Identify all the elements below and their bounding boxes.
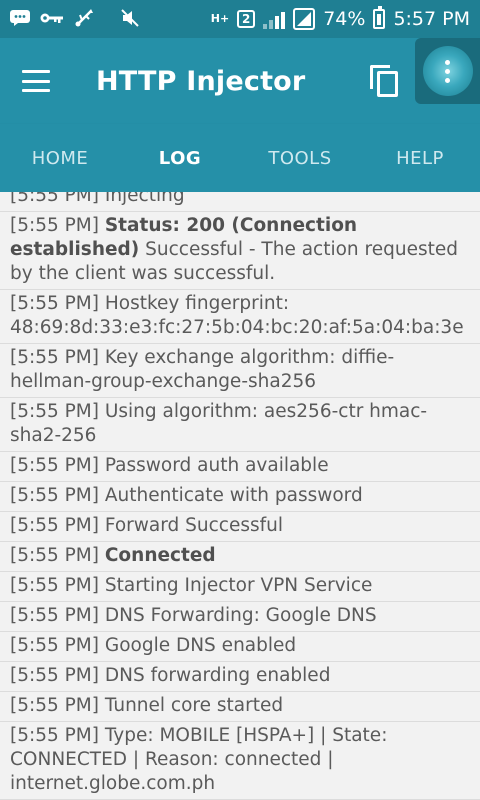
tab-bar: HOME LOG TOOLS HELP bbox=[0, 124, 480, 192]
log-timestamp: [5:55 PM] bbox=[10, 695, 105, 716]
log-entry: [5:55 PM] Status: 200 (Connection establ… bbox=[0, 212, 480, 290]
log-message: Forward Successful bbox=[104, 515, 283, 536]
overflow-menu-button[interactable] bbox=[415, 38, 480, 104]
status-bar: H+ 2 74% 5:57 PM bbox=[0, 0, 480, 38]
log-timestamp: [5:55 PM] bbox=[10, 293, 105, 314]
app-bar: HTTP Injector bbox=[0, 38, 480, 124]
log-timestamp: [5:55 PM] bbox=[10, 575, 105, 596]
log-timestamp: [5:55 PM] bbox=[10, 455, 105, 476]
log-status-text: Connected bbox=[104, 545, 216, 566]
log-list[interactable]: [5:55 PM] Injecting [5:55 PM] Status: 200… bbox=[0, 192, 480, 800]
signal-box-icon bbox=[293, 8, 316, 30]
log-timestamp: [5:55 PM] bbox=[10, 725, 105, 746]
overflow-menu-icon bbox=[422, 46, 473, 96]
log-entry: [5:55 PM] Authenticate with password bbox=[0, 482, 480, 512]
log-timestamp: [5:55 PM] bbox=[10, 192, 105, 206]
log-message: Google DNS enabled bbox=[104, 635, 297, 656]
log-entry: [5:55 PM] Forward Successful bbox=[0, 512, 480, 542]
log-entry: [5:55 PM] Type: MOBILE [HSPA+] | State: … bbox=[0, 722, 480, 800]
log-message: Injecting bbox=[104, 192, 185, 206]
tab-tools[interactable]: TOOLS bbox=[240, 124, 360, 192]
log-timestamp: [5:55 PM] bbox=[10, 665, 105, 686]
log-entry: [5:55 PM] DNS Forwarding: Google DNS bbox=[0, 602, 480, 632]
signal-icon bbox=[263, 9, 286, 29]
log-entry: [5:55 PM] Tunnel core started bbox=[0, 692, 480, 722]
log-entry: [5:55 PM] Hostkey fingerprint: 48:69:8d:… bbox=[0, 290, 480, 344]
log-message: Starting Injector VPN Service bbox=[104, 575, 373, 596]
log-timestamp: [5:55 PM] bbox=[10, 635, 105, 656]
log-message: Authenticate with password bbox=[104, 485, 363, 506]
log-message: Tunnel core started bbox=[104, 695, 284, 716]
log-timestamp: [5:55 PM] bbox=[10, 545, 105, 566]
log-entry: [5:55 PM] Password auth available bbox=[0, 452, 480, 482]
log-entry: [5:55 PM] Using algorithm: aes256-ctr hm… bbox=[0, 398, 480, 452]
log-entry: [5:55 PM] Starting Injector VPN Service bbox=[0, 572, 480, 602]
log-timestamp: [5:55 PM] bbox=[10, 485, 105, 506]
tab-help[interactable]: HELP bbox=[360, 124, 480, 192]
log-entry: [5:55 PM] DNS forwarding enabled bbox=[0, 662, 480, 692]
log-timestamp: [5:55 PM] bbox=[10, 401, 105, 422]
log-entry: [5:55 PM] Key exchange algorithm: diffie… bbox=[0, 344, 480, 398]
log-message: Password auth available bbox=[104, 455, 329, 476]
app-title: HTTP Injector bbox=[96, 65, 306, 97]
log-entry: [5:55 PM] Injecting bbox=[0, 192, 480, 212]
battery-percent: 74% bbox=[323, 8, 366, 30]
mute-icon bbox=[120, 8, 140, 31]
message-icon bbox=[10, 9, 30, 29]
sim-slot-icon: 2 bbox=[237, 10, 256, 28]
log-entry: [5:55 PM] Google DNS enabled bbox=[0, 632, 480, 662]
log-entry: [5:55 PM] Connected bbox=[0, 542, 480, 572]
copy-icon[interactable] bbox=[370, 65, 400, 97]
network-type-label: H+ bbox=[210, 12, 230, 25]
battery-icon bbox=[373, 6, 386, 29]
log-timestamp: [5:55 PM] bbox=[10, 347, 105, 368]
log-timestamp: [5:55 PM] bbox=[10, 515, 105, 536]
log-message: DNS Forwarding: Google DNS bbox=[104, 605, 377, 626]
log-timestamp: [5:55 PM] bbox=[10, 215, 105, 236]
usb-icon bbox=[74, 8, 94, 31]
log-timestamp: [5:55 PM] bbox=[10, 605, 105, 626]
log-message: DNS forwarding enabled bbox=[104, 665, 331, 686]
vpn-key-icon bbox=[40, 11, 64, 28]
menu-icon[interactable] bbox=[22, 70, 50, 92]
clock: 5:57 PM bbox=[393, 8, 470, 30]
tab-home[interactable]: HOME bbox=[0, 124, 120, 192]
tab-log[interactable]: LOG bbox=[120, 124, 240, 192]
